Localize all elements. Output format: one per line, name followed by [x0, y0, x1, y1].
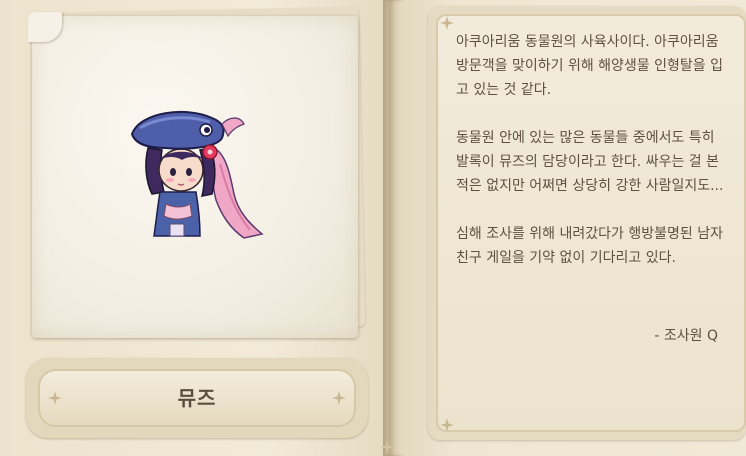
description-paragraph: 동물원 안에 있는 많은 동물들 중에서도 특히 발록이 뮤즈의 담당이라고 한… [456, 130, 724, 194]
sparkle-icon [440, 16, 454, 30]
character-description: 아쿠아리움 동물원의 사육사이다. 아쿠아리움 방문객을 맞이하기 위해 해양생… [456, 30, 728, 294]
sparkle-icon [48, 391, 62, 405]
description-paragraph: 아쿠아리움 동물원의 사육사이다. 아쿠아리움 방문객을 맞이하기 위해 해양생… [456, 34, 723, 98]
description-paragraph: 심해 조사를 위해 내려갔다가 행방불명된 남자친구 게일을 기약 없이 기다리… [456, 226, 723, 266]
book-spine [383, 0, 403, 456]
sparkle-icon [380, 440, 394, 454]
sparkle-icon [440, 418, 454, 432]
description-signature: - 조사원 Q [654, 328, 718, 344]
character-name: 뮤즈 [177, 386, 217, 410]
muse-character-sprite [130, 111, 264, 239]
sparkle-icon [332, 391, 346, 405]
